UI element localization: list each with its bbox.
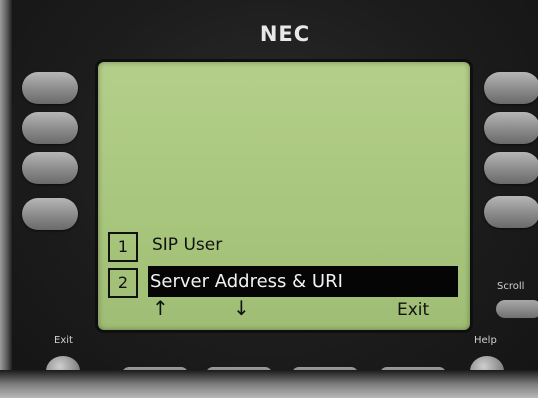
right-line-key-4[interactable] (484, 196, 538, 228)
menu-item-1-label[interactable]: SIP User (152, 229, 222, 261)
right-line-key-1[interactable] (484, 72, 538, 104)
left-line-key-4[interactable] (22, 198, 78, 230)
menu-item-2-label[interactable]: Server Address & URI (150, 266, 343, 297)
scroll-key-caption: Scroll (497, 281, 525, 292)
left-line-key-2[interactable] (22, 112, 78, 144)
left-line-key-1[interactable] (22, 72, 78, 104)
up-arrow-icon: ↑ (152, 296, 169, 320)
phone-body: NEC 1 SIP User 2 Server Address & URI ↑ … (0, 0, 538, 398)
right-line-key-2[interactable] (484, 112, 538, 144)
phone-edge (0, 0, 12, 398)
help-key-caption: Help (474, 335, 497, 346)
phone-bottom-edge (0, 370, 538, 398)
left-line-key-3[interactable] (22, 152, 78, 184)
right-line-key-3[interactable] (484, 152, 538, 184)
brand-logo: NEC (259, 22, 311, 46)
softkey-exit-label: Exit (397, 300, 430, 320)
menu-item-1-number: 1 (108, 232, 138, 262)
exit-key-caption: Exit (54, 335, 73, 346)
scroll-key[interactable] (496, 300, 538, 318)
down-arrow-icon: ↓ (233, 296, 250, 320)
menu-item-2-number: 2 (108, 268, 138, 298)
